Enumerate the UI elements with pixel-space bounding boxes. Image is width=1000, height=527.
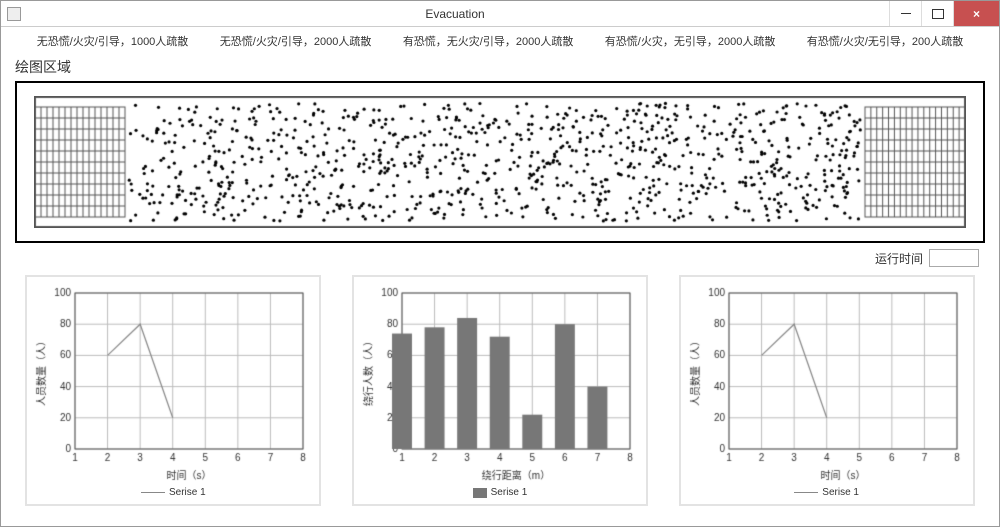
titlebar: Evacuation × <box>1 1 999 27</box>
runtime-input[interactable] <box>929 249 979 267</box>
charts-row: Serise 1 Serise 1 Serise 1 <box>1 269 999 512</box>
chart-canvas-2 <box>687 283 967 483</box>
maximize-button[interactable] <box>921 1 953 26</box>
scenario-button-0[interactable]: 无恐慌/火灾/引导，1000人疏散 <box>33 31 193 51</box>
chart-canvas-1 <box>360 283 640 483</box>
legend-line-icon <box>794 492 818 493</box>
app-icon <box>7 7 21 21</box>
chart-legend-1: Serise 1 <box>473 487 528 498</box>
minimize-button[interactable] <box>889 1 921 26</box>
scenario-button-2[interactable]: 有恐慌，无火灾/引导，2000人疏散 <box>399 31 578 51</box>
simulation-canvas <box>34 96 966 228</box>
scenario-row: 无恐慌/火灾/引导，1000人疏散 无恐慌/火灾/引导，2000人疏散 有恐慌，… <box>1 27 999 55</box>
legend-label-1: Serise 1 <box>491 487 528 498</box>
legend-label-2: Serise 1 <box>822 487 859 498</box>
drawing-area-frame <box>15 81 985 243</box>
window-title: Evacuation <box>21 7 889 21</box>
scenario-button-1[interactable]: 无恐慌/火灾/引导，2000人疏散 <box>216 31 376 51</box>
runtime-label: 运行时间 <box>875 250 923 267</box>
scenario-button-3[interactable]: 有恐慌/火灾，无引导，2000人疏散 <box>601 31 780 51</box>
legend-line-icon <box>141 492 165 493</box>
window-controls: × <box>889 1 999 26</box>
chart-legend-2: Serise 1 <box>794 487 859 498</box>
close-button[interactable]: × <box>953 1 999 26</box>
legend-bar-icon <box>473 488 487 498</box>
chart-canvas-0 <box>33 283 313 483</box>
chart-box-0: Serise 1 <box>25 275 321 506</box>
drawing-area-label: 绘图区域 <box>1 55 999 79</box>
runtime-row: 运行时间 <box>1 247 999 269</box>
legend-label-0: Serise 1 <box>169 487 206 498</box>
chart-legend-0: Serise 1 <box>141 487 206 498</box>
chart-box-1: Serise 1 <box>352 275 648 506</box>
chart-box-2: Serise 1 <box>679 275 975 506</box>
scenario-button-4[interactable]: 有恐慌/火灾/无引导，200人疏散 <box>803 31 967 51</box>
